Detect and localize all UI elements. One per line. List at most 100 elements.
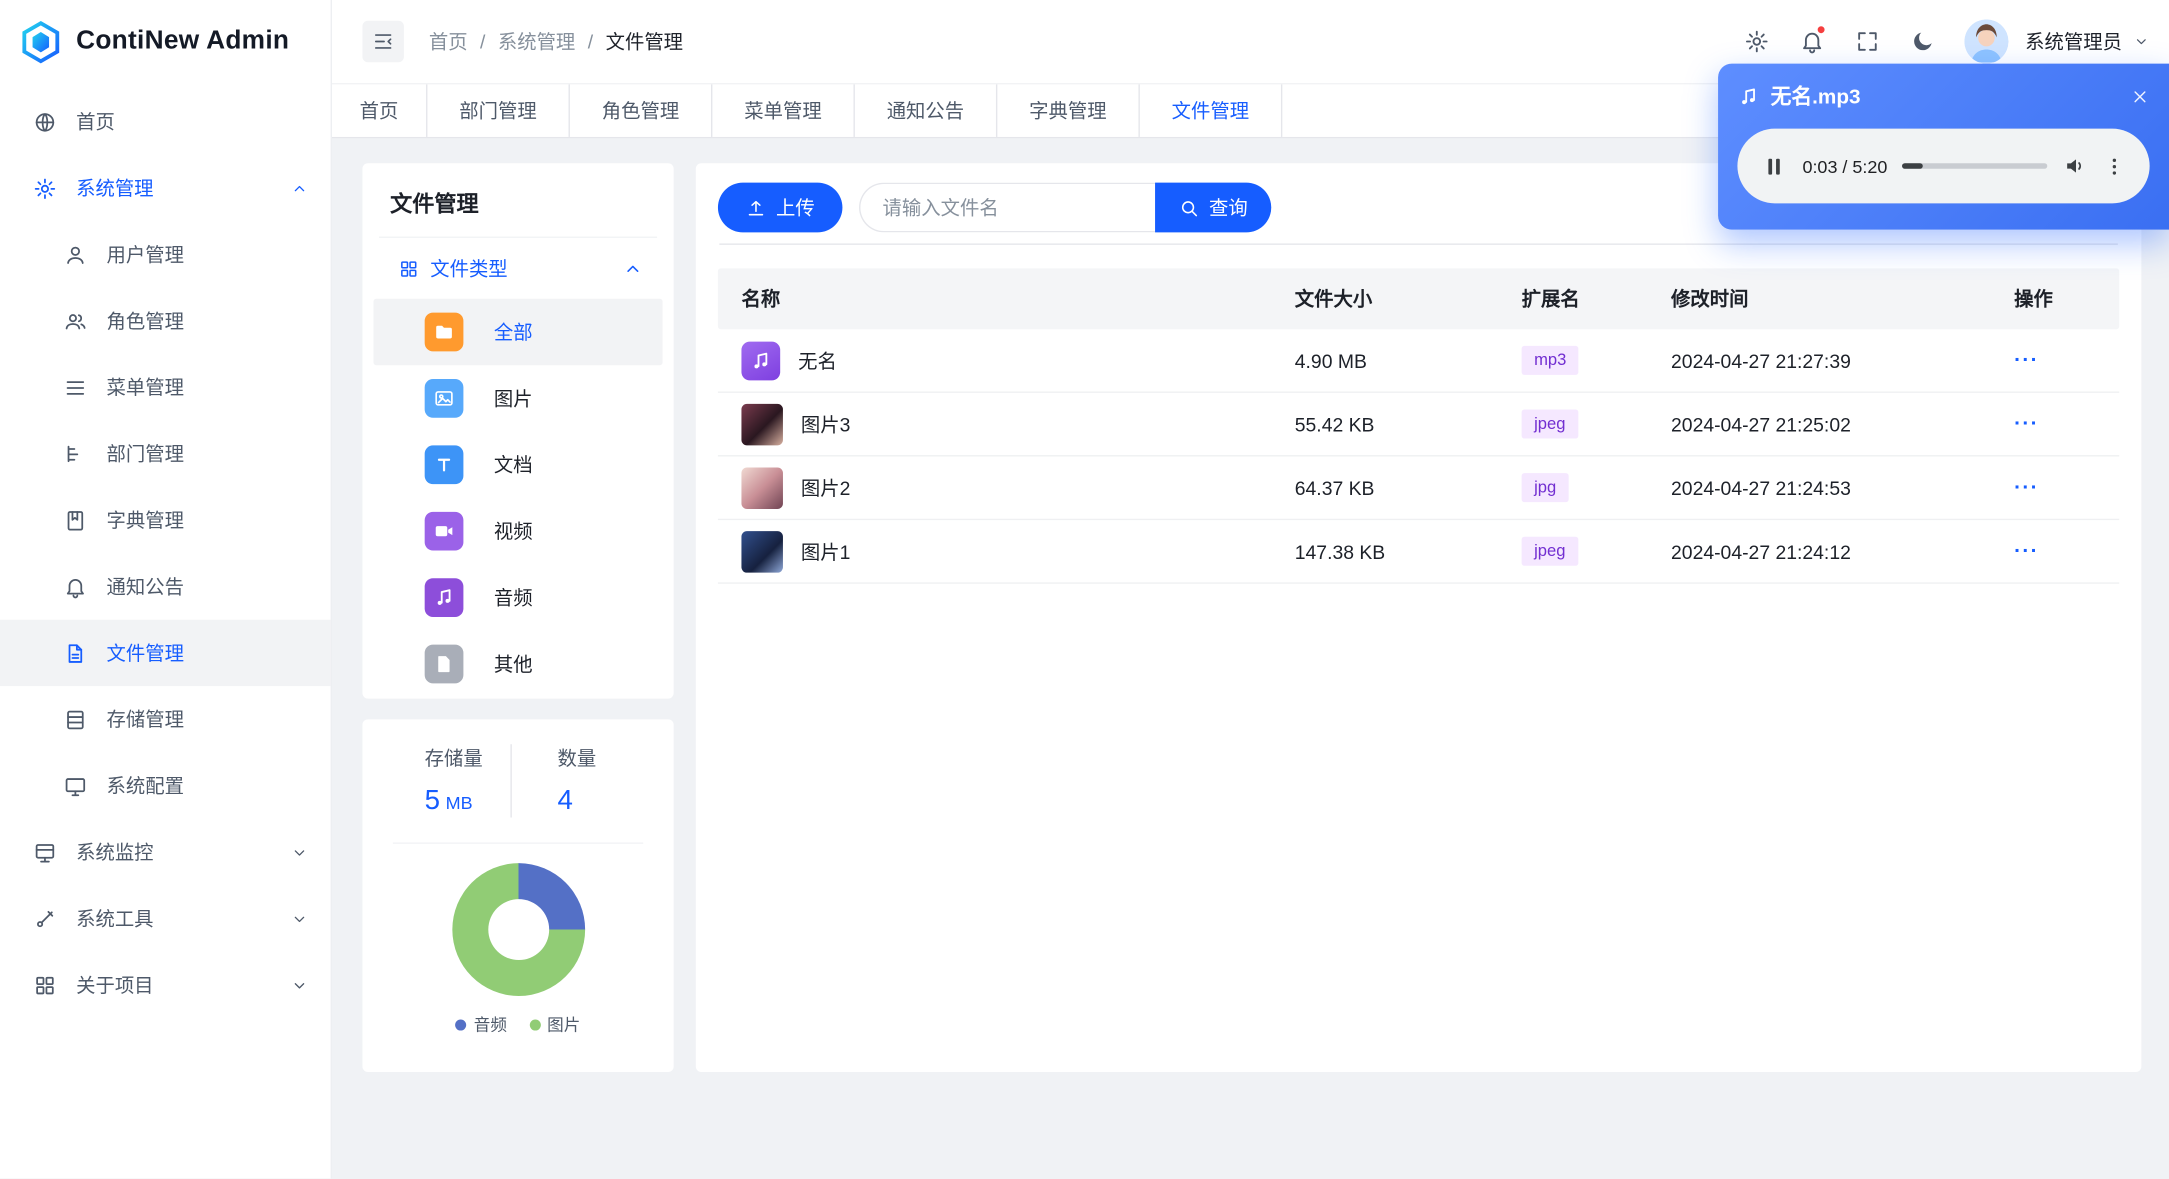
- file-list-panel: 上传 查询 名称 文件大小 扩展名 修改时间 操作 无名 4.90 MB: [695, 163, 2142, 1073]
- file-type-文档[interactable]: 文档: [373, 432, 662, 498]
- more-actions-button[interactable]: ···: [2014, 539, 2039, 563]
- ext-tag: jpeg: [1521, 409, 1578, 439]
- user-name[interactable]: 系统管理员: [2025, 28, 2122, 56]
- pause-icon: [1768, 158, 1780, 174]
- chevron-down-icon: [2136, 39, 2146, 45]
- file-name: 图片1: [800, 540, 851, 563]
- content-area: 文件管理 文件类型 全部 图片 文档 视频 音频 其他 存储量 5 MB 数量 …: [332, 138, 2169, 1178]
- legend-item-图片[interactable]: 图片: [529, 1013, 580, 1037]
- modified-time: 2024-04-27 21:25:02: [1671, 412, 1851, 436]
- tab-菜单管理[interactable]: 菜单管理: [712, 84, 855, 137]
- modified-time: 2024-04-27 21:27:39: [1671, 349, 1851, 372]
- player-progress-fill: [1902, 163, 1923, 169]
- table-row[interactable]: 图片3 55.42 KB jpeg 2024-04-27 21:25:02 ··…: [717, 393, 2120, 457]
- sidebar-item-系统管理[interactable]: 系统管理: [0, 155, 331, 221]
- sidebar-item-角色管理[interactable]: 角色管理: [0, 288, 331, 354]
- settings-icon: [34, 177, 56, 199]
- notifications-button[interactable]: [1790, 19, 1834, 63]
- tab-首页[interactable]: 首页: [332, 84, 428, 137]
- file-type-图片[interactable]: 图片: [373, 365, 662, 431]
- modified-time: 2024-04-27 21:24:53: [1671, 476, 1851, 499]
- file-type-其他[interactable]: 其他: [373, 631, 662, 697]
- app-logo-icon: [22, 20, 60, 63]
- music-icon: [754, 352, 768, 368]
- sidebar-item-系统配置[interactable]: 系统配置: [0, 753, 331, 819]
- player-menu-button[interactable]: [2103, 154, 2127, 178]
- fullscreen-button[interactable]: [1845, 19, 1889, 63]
- file-type-group-header[interactable]: 文件类型: [373, 238, 662, 299]
- sidebar-item-通知公告[interactable]: 通知公告: [0, 553, 331, 619]
- breadcrumb-item[interactable]: 文件管理: [606, 28, 683, 56]
- upload-button[interactable]: 上传: [717, 182, 843, 233]
- tab-部门管理[interactable]: 部门管理: [427, 84, 570, 137]
- user-avatar[interactable]: [1964, 19, 2009, 64]
- player-header: 无名.mp3: [1737, 82, 2149, 111]
- video-icon: [435, 526, 453, 537]
- sidebar-item-系统工具[interactable]: 系统工具: [0, 885, 331, 951]
- breadcrumb-item[interactable]: 首页: [429, 28, 468, 56]
- kebab-menu-icon: [2112, 157, 2117, 175]
- breadcrumb-separator: /: [480, 30, 486, 53]
- video-icon: [424, 511, 464, 551]
- dark-mode-button[interactable]: [1901, 19, 1945, 63]
- sidebar-collapse-button[interactable]: [362, 20, 404, 63]
- panel-title: 文件管理: [390, 193, 479, 218]
- file-type-全部[interactable]: 全部: [373, 298, 663, 366]
- sidebar-item-部门管理[interactable]: 部门管理: [0, 421, 331, 487]
- more-actions-button[interactable]: ···: [2014, 412, 2039, 436]
- folder-icon: [436, 325, 452, 339]
- menu-list-icon: [66, 380, 85, 395]
- sidebar-item-存储管理[interactable]: 存储管理: [0, 686, 331, 752]
- search-input[interactable]: [859, 182, 1156, 233]
- chart-legend: 音频 图片: [393, 1013, 643, 1037]
- collapse-menu-icon: [374, 34, 392, 49]
- image-icon: [424, 379, 464, 418]
- tab-文件管理[interactable]: 文件管理: [1140, 84, 1283, 137]
- table-row[interactable]: 无名 4.90 MB mp3 2024-04-27 21:27:39 ···: [717, 329, 2120, 393]
- pause-button[interactable]: [1761, 153, 1787, 179]
- sidebar-item-首页[interactable]: 首页: [0, 89, 331, 155]
- volume-button[interactable]: [2063, 154, 2088, 179]
- music-note-icon: [1742, 87, 1755, 104]
- search-icon: [1181, 200, 1198, 216]
- table-row[interactable]: 图片2 64.37 KB jpg 2024-04-27 21:24:53 ···: [717, 456, 2120, 521]
- storage-stat: 存储量 5 MB: [393, 744, 511, 817]
- sidebar-item-字典管理[interactable]: 字典管理: [0, 487, 331, 553]
- settings-button[interactable]: [1735, 19, 1779, 63]
- apps-grid-icon: [401, 260, 417, 277]
- file-type-音频[interactable]: 音频: [373, 564, 662, 630]
- app-logo[interactable]: ContiNew Admin: [0, 0, 331, 83]
- storage-label: 存储量: [424, 746, 483, 770]
- app-title: ContiNew Admin: [76, 26, 290, 56]
- image-thumbnail: [741, 530, 783, 572]
- tab-通知公告[interactable]: 通知公告: [855, 84, 998, 137]
- table-row[interactable]: 图片1 147.38 KB jpeg 2024-04-27 21:24:12 ·…: [717, 520, 2120, 584]
- column-header: 名称: [741, 287, 781, 310]
- notification-badge: [1816, 24, 1826, 35]
- sidebar-item-菜单管理[interactable]: 菜单管理: [0, 354, 331, 420]
- query-button[interactable]: 查询: [1155, 182, 1272, 233]
- divider: [719, 243, 2118, 245]
- storage-value: 5: [424, 785, 441, 817]
- sidebar-item-系统监控[interactable]: 系统监控: [0, 819, 331, 885]
- column-header: 文件大小: [1294, 287, 1373, 310]
- player-progress-bar[interactable]: [1902, 163, 2048, 169]
- upload-icon: [748, 200, 764, 215]
- sidebar-item-关于项目[interactable]: 关于项目: [0, 952, 331, 1018]
- files-table: 名称 文件大小 扩展名 修改时间 操作 无名 4.90 MB mp3 2024-04-2…: [717, 268, 2120, 584]
- tab-字典管理[interactable]: 字典管理: [997, 84, 1140, 137]
- breadcrumb-item[interactable]: 系统管理: [498, 28, 575, 56]
- user-menu-caret[interactable]: [2133, 33, 2150, 50]
- player-close-button[interactable]: [2130, 86, 2149, 105]
- ext-tag: jpg: [1521, 473, 1569, 502]
- file-icon: [68, 643, 83, 663]
- file-type-group-label: 文件类型: [430, 257, 508, 280]
- tab-角色管理[interactable]: 角色管理: [570, 84, 713, 137]
- legend-item-音频[interactable]: 音频: [455, 1013, 507, 1037]
- header-actions: 系统管理员: [1735, 19, 2150, 64]
- sidebar-item-文件管理[interactable]: 文件管理: [0, 619, 331, 687]
- more-actions-button[interactable]: ···: [2014, 349, 2039, 373]
- sidebar-item-用户管理[interactable]: 用户管理: [0, 221, 331, 287]
- more-actions-button[interactable]: ···: [2014, 476, 2039, 500]
- file-type-视频[interactable]: 视频: [373, 498, 662, 564]
